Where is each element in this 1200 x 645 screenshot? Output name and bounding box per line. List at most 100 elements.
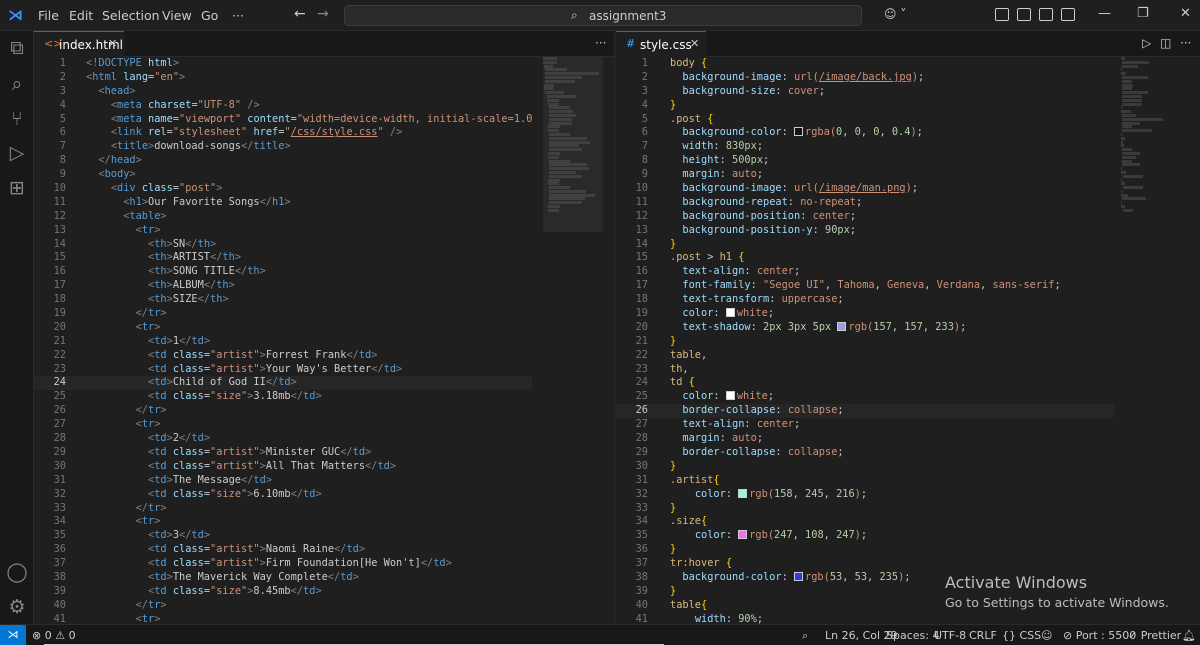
- code-line[interactable]: 30 <td class="artist">All That Matters</…: [34, 460, 532, 474]
- close-tab-icon[interactable]: ✕: [108, 37, 117, 50]
- code-line[interactable]: 5 <meta name="viewport" content="width=d…: [34, 113, 532, 127]
- source-control-icon[interactable]: ⑂: [6, 108, 28, 130]
- code-line[interactable]: 34 .size{: [616, 515, 1114, 529]
- nav-back-arrow-icon[interactable]: ←: [294, 6, 306, 22]
- code-line[interactable]: 41 <tr>: [34, 613, 532, 624]
- code-line[interactable]: 15 <th>ARTIST</th>: [34, 251, 532, 265]
- nav-forward-arrow-icon[interactable]: →: [317, 6, 329, 22]
- code-line[interactable]: 22 table,: [616, 349, 1114, 363]
- remote-indicator-icon[interactable]: ⋊: [0, 625, 26, 645]
- code-line[interactable]: 8 </head>: [34, 154, 532, 168]
- code-line[interactable]: 6 background-color: rgba(0, 0, 0, 0.4);: [616, 126, 1114, 140]
- code-line[interactable]: 14}: [616, 238, 1114, 252]
- toggle-secondary-sidebar-icon[interactable]: [1061, 8, 1075, 21]
- menu-edit[interactable]: Edit: [69, 8, 93, 23]
- code-editor-left[interactable]: 1 <!DOCTYPE html> 2 <html lang="en"> 3 <head…: [34, 57, 532, 624]
- tab-style-css[interactable]: # style.css ✕: [616, 31, 706, 57]
- menu-view[interactable]: View: [162, 8, 192, 23]
- split-editor-icon[interactable]: ◫: [1160, 36, 1171, 50]
- code-line[interactable]: 24 <td>Child of God II</td>: [34, 376, 532, 391]
- extensions-icon[interactable]: ⊞: [6, 177, 28, 199]
- code-line[interactable]: 13 <tr>: [34, 224, 532, 238]
- code-line[interactable]: 11 background-repeat: no-repeat;: [616, 196, 1114, 210]
- code-line[interactable]: 38 <td>The Maverick Way Complete</td>: [34, 571, 532, 585]
- close-window-button[interactable]: ✕: [1180, 6, 1191, 21]
- close-tab-icon[interactable]: ✕: [690, 37, 699, 50]
- encoding[interactable]: UTF-8: [934, 629, 966, 642]
- code-line[interactable]: 14 <th>SN</th>: [34, 238, 532, 252]
- menu-more[interactable]: ···: [232, 8, 244, 23]
- code-line[interactable]: 3 <head>: [34, 85, 532, 99]
- toggle-panel-icon[interactable]: [1039, 8, 1053, 21]
- code-line[interactable]: 27 <tr>: [34, 418, 532, 432]
- code-line[interactable]: 16 <th>SONG TITLE</th>: [34, 265, 532, 279]
- code-line[interactable]: 28 margin: auto;: [616, 432, 1114, 446]
- code-line[interactable]: 26 border-collapse: collapse;: [616, 404, 1114, 419]
- zoom-icon[interactable]: ⌕: [802, 629, 808, 643]
- code-line[interactable]: 22 <td class="artist">Forrest Frank</td>: [34, 349, 532, 363]
- code-line[interactable]: 12 background-position: center;: [616, 210, 1114, 224]
- end-of-line[interactable]: CRLF: [969, 629, 997, 642]
- run-debug-icon[interactable]: ▷: [6, 142, 28, 164]
- minimap-right[interactable]: [1121, 57, 1181, 247]
- code-line[interactable]: 25 <td class="size">3.18mb</td>: [34, 390, 532, 404]
- code-line[interactable]: 9 margin: auto;: [616, 168, 1114, 182]
- copilot-status-icon[interactable]: ☺: [1041, 629, 1052, 642]
- code-line[interactable]: 2 background-image: url(/image/back.jpg)…: [616, 71, 1114, 85]
- code-line[interactable]: 33 </tr>: [34, 502, 532, 516]
- code-line[interactable]: 34 <tr>: [34, 515, 532, 529]
- code-editor-right[interactable]: 1 body {2 background-image: url(/image/ba…: [616, 57, 1114, 624]
- minimap-left[interactable]: [543, 57, 603, 247]
- code-line[interactable]: 4 <meta charset="UTF-8" />: [34, 99, 532, 113]
- code-line[interactable]: 24 td {: [616, 376, 1114, 390]
- code-line[interactable]: 20 <tr>: [34, 321, 532, 335]
- explorer-icon[interactable]: ⧉: [6, 37, 28, 59]
- code-line[interactable]: 30}: [616, 460, 1114, 474]
- code-line[interactable]: 7 width: 830px;: [616, 140, 1114, 154]
- code-line[interactable]: 3 background-size: cover;: [616, 85, 1114, 99]
- code-line[interactable]: 39 <td class="size">8.45mb</td>: [34, 585, 532, 599]
- code-line[interactable]: 17 <th>ALBUM</th>: [34, 279, 532, 293]
- code-line[interactable]: 26 </tr>: [34, 404, 532, 418]
- code-line[interactable]: 21 <td>1</td>: [34, 335, 532, 349]
- settings-gear-icon[interactable]: ⚙: [6, 596, 28, 618]
- account-icon[interactable]: ◯: [6, 561, 28, 583]
- code-line[interactable]: 32 <td class="size">6.10mb</td>: [34, 488, 532, 502]
- code-line[interactable]: 19 </tr>: [34, 307, 532, 321]
- code-line[interactable]: 18 <th>SIZE</th>: [34, 293, 532, 307]
- code-line[interactable]: 1 body {: [616, 57, 1114, 71]
- code-line[interactable]: 31 .artist{: [616, 474, 1114, 488]
- code-line[interactable]: 9 <body>: [34, 168, 532, 182]
- code-line[interactable]: 4}: [616, 99, 1114, 113]
- restore-button[interactable]: ❐: [1137, 6, 1149, 21]
- code-line[interactable]: 29 border-collapse: collapse;: [616, 446, 1114, 460]
- notifications-bell-icon[interactable]: 🔔︎: [1182, 629, 1196, 642]
- menu-file[interactable]: File: [38, 8, 59, 23]
- code-line[interactable]: 29 <td class="artist">Minister GUC</td>: [34, 446, 532, 460]
- code-line[interactable]: 18 text-transform: uppercase;: [616, 293, 1114, 307]
- code-line[interactable]: 31 <td>The Message</td>: [34, 474, 532, 488]
- command-center-search[interactable]: ⌕ assignment3: [344, 5, 862, 26]
- code-line[interactable]: 33}: [616, 502, 1114, 516]
- problems-indicator[interactable]: ⊗ 0 ⚠ 0: [32, 629, 76, 642]
- code-line[interactable]: 13 background-position-y: 90px;: [616, 224, 1114, 238]
- menu-go[interactable]: Go: [201, 8, 218, 23]
- customize-layout-icon[interactable]: [995, 8, 1009, 21]
- code-line[interactable]: 8 height: 500px;: [616, 154, 1114, 168]
- prettier-status[interactable]: ✓ Prettier: [1128, 629, 1181, 642]
- code-line[interactable]: 16 text-align: center;: [616, 265, 1114, 279]
- toggle-primary-sidebar-icon[interactable]: [1017, 8, 1031, 21]
- menu-selection[interactable]: Selection: [102, 8, 160, 23]
- run-icon[interactable]: ▷: [1142, 36, 1151, 50]
- code-line[interactable]: 37 <td class="artist">Firm Foundation[He…: [34, 557, 532, 571]
- search-view-icon[interactable]: ⌕: [6, 73, 28, 95]
- indentation[interactable]: Spaces: 4: [886, 629, 939, 642]
- copilot-icon[interactable]: ☺ ˅: [884, 7, 906, 21]
- code-line[interactable]: 28 <td>2</td>: [34, 432, 532, 446]
- code-line[interactable]: 5 .post {: [616, 113, 1114, 127]
- code-line[interactable]: 12 <table>: [34, 210, 532, 224]
- code-line[interactable]: 35 <td>3</td>: [34, 529, 532, 543]
- code-line[interactable]: 10 <div class="post">: [34, 182, 532, 196]
- code-line[interactable]: 6 <link rel="stylesheet" href="/css/styl…: [34, 126, 532, 140]
- live-server-port[interactable]: ⊘ Port : 5500: [1063, 629, 1136, 642]
